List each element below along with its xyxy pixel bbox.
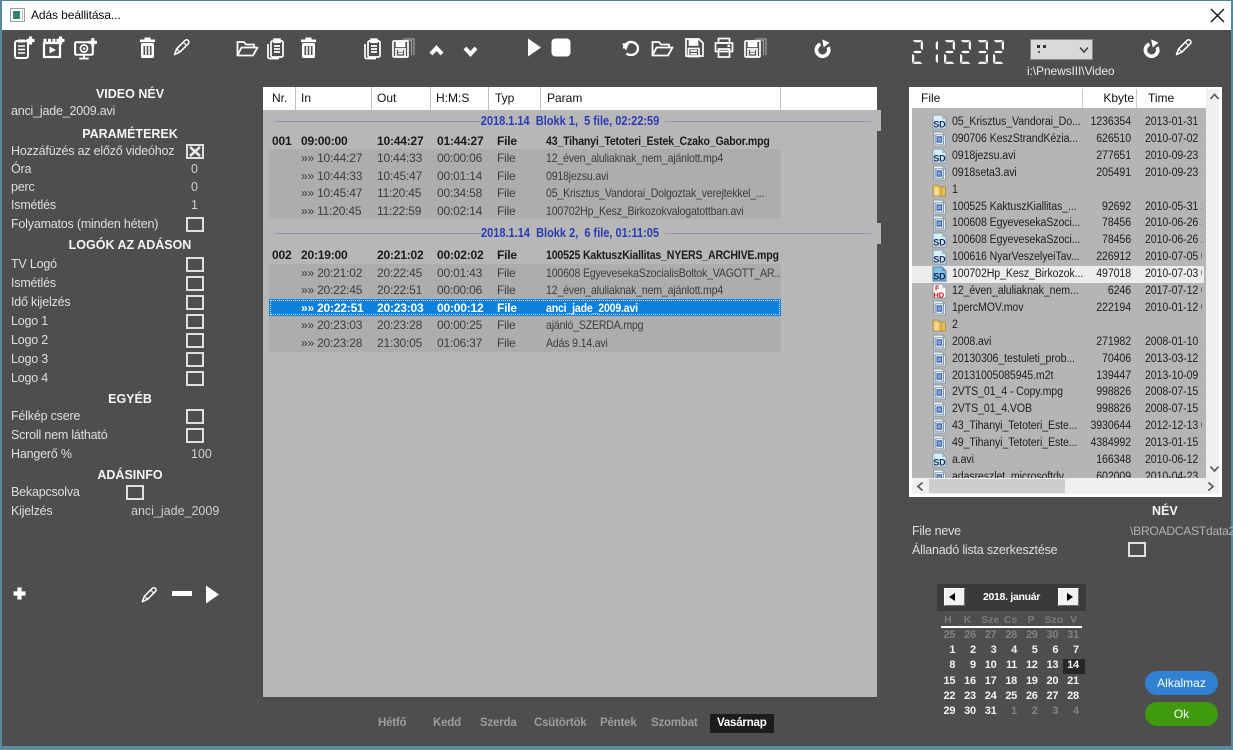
svg-text:SD: SD [933, 272, 946, 282]
svg-text:HD: HD [933, 291, 944, 300]
svg-text:SD: SD [933, 458, 946, 468]
svg-text:SD: SD [933, 153, 946, 163]
svg-text:SD: SD [933, 238, 946, 248]
svg-text:SD: SD [933, 255, 946, 265]
svg-text:SD: SD [933, 120, 946, 130]
